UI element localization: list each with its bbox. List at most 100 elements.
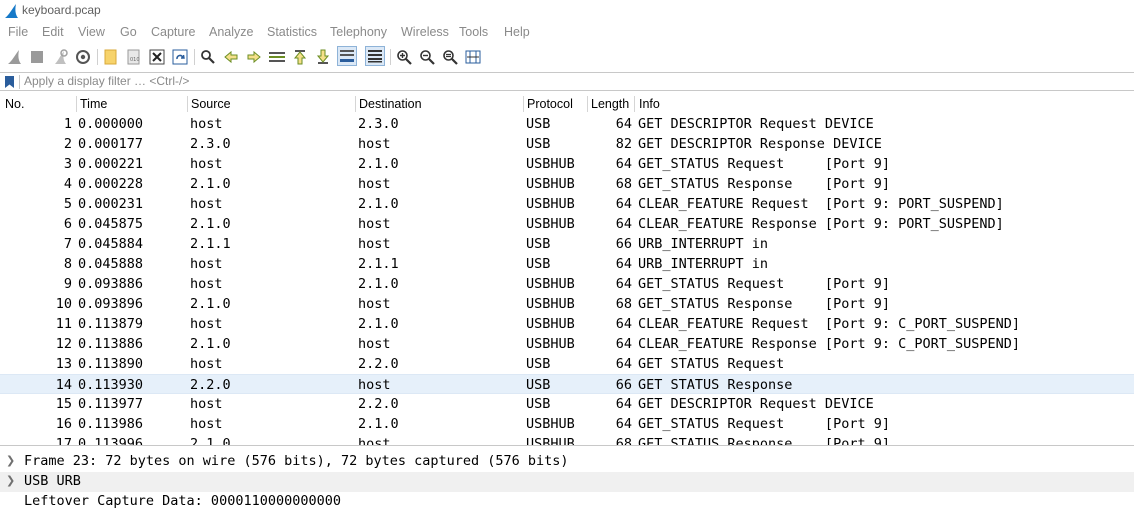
packet-info: CLEAR_FEATURE Response [Port 9: C_PORT_S… (638, 336, 1021, 352)
packet-length: 64 (615, 256, 632, 272)
menu-statistics[interactable]: Statistics (267, 25, 317, 39)
packet-length: 64 (615, 356, 632, 372)
packet-source: host (190, 156, 223, 172)
packet-destination: 2.1.0 (358, 156, 399, 172)
packet-no: 1 (63, 116, 72, 132)
menu-tools[interactable]: Tools (459, 25, 488, 39)
packet-row[interactable]: 17 0.113996 2.1.0 host USBHUB 68 GET_STATUS Re… (0, 434, 1134, 446)
packet-time: 0.000228 (78, 176, 144, 192)
packet-time: 0.093896 (78, 296, 144, 312)
packet-source: 2.1.0 (190, 296, 231, 312)
detail-row[interactable]: ❯ USB URB (0, 472, 1134, 492)
expand-chevron-icon[interactable]: ❯ (6, 454, 15, 467)
packet-row[interactable]: 10 0.093896 2.1.0 host USBHUB 68 GET_STATUS Re… (0, 294, 1134, 314)
colorize-list-icon[interactable] (365, 46, 385, 66)
packet-row[interactable]: 2 0.000177 2.3.0 host USB 82 GET DESCRIPTOR Re… (0, 134, 1134, 154)
packet-protocol: USBHUB (526, 196, 575, 212)
packet-time: 0.000221 (78, 156, 144, 172)
zoom-in-icon[interactable] (395, 48, 413, 66)
column-header-no[interactable]: No. (5, 97, 24, 111)
save-file-icon[interactable]: 010 (125, 48, 143, 66)
menu-analyze[interactable]: Analyze (209, 25, 253, 39)
column-header-length[interactable]: Length (591, 97, 629, 111)
packet-row[interactable]: 4 0.000228 2.1.0 host USBHUB 68 GET_STATUS Res… (0, 174, 1134, 194)
window-title: keyboard.pcap (22, 3, 101, 17)
packet-row[interactable]: 3 0.000221 host 2.1.0 USBHUB 64 GET_STATUS Req… (0, 154, 1134, 174)
menu-view[interactable]: View (78, 25, 105, 39)
zoom-out-icon[interactable] (418, 48, 436, 66)
packet-info: GET DESCRIPTOR Response DEVICE (638, 136, 882, 152)
packet-row[interactable]: 14 0.113930 2.2.0 host USB 66 GET STATUS Respo… (0, 374, 1134, 394)
packet-time: 0.000177 (78, 136, 144, 152)
packet-no: 11 (55, 316, 72, 332)
packet-protocol: USB (526, 356, 551, 372)
normal-size-icon[interactable] (441, 48, 459, 66)
column-header-info[interactable]: Info (639, 97, 660, 111)
expand-chevron-icon[interactable]: ❯ (6, 474, 15, 487)
packet-row[interactable]: 15 0.113977 host 2.2.0 USB 64 GET DESCRIPTOR R… (0, 394, 1134, 414)
menu-go[interactable]: Go (120, 25, 137, 39)
close-file-icon[interactable] (148, 48, 166, 66)
go-back-arrow-icon[interactable] (222, 48, 240, 66)
packet-source: host (190, 276, 223, 292)
resize-columns-icon[interactable] (464, 48, 482, 66)
packet-no: 16 (55, 416, 72, 432)
open-file-icon[interactable] (102, 48, 120, 66)
go-forward-arrow-icon[interactable] (245, 48, 263, 66)
packet-row[interactable]: 12 0.113886 2.1.0 host USBHUB 64 CLEAR_FEATURE… (0, 334, 1134, 354)
packet-row[interactable]: 13 0.113890 host 2.2.0 USB 64 GET STATUS Reque… (0, 354, 1134, 374)
restart-capture-icon[interactable] (51, 48, 69, 66)
packet-time: 0.000000 (78, 116, 144, 132)
menu-file[interactable]: File (8, 25, 28, 39)
menu-capture[interactable]: Capture (151, 25, 195, 39)
detail-row[interactable]: Leftover Capture Data: 0000110000000000 (0, 492, 1134, 512)
packet-protocol: USBHUB (526, 316, 575, 332)
start-capture-fin-icon[interactable] (5, 48, 23, 66)
packet-row[interactable]: 11 0.113879 host 2.1.0 USBHUB 64 CLEAR_FEATURE… (0, 314, 1134, 334)
packet-destination: 2.3.0 (358, 116, 399, 132)
packet-destination: 2.1.0 (358, 276, 399, 292)
packet-destination: host (358, 377, 391, 393)
find-packet-search-icon[interactable] (199, 48, 217, 66)
capture-options-gear-icon[interactable] (74, 48, 92, 66)
packet-info: GET_STATUS Response [Port 9] (638, 176, 890, 192)
packet-row[interactable]: 1 0.000000 host 2.3.0 USB 64 GET DESCRIPTOR Re… (0, 114, 1134, 134)
packet-row[interactable]: 9 0.093886 host 2.1.0 USBHUB 64 GET_STATUS Req… (0, 274, 1134, 294)
column-header-protocol[interactable]: Protocol (527, 97, 573, 111)
menu-edit[interactable]: Edit (42, 25, 64, 39)
menu-telephony[interactable]: Telephony (330, 25, 387, 39)
column-header-time[interactable]: Time (80, 97, 107, 111)
packet-row[interactable]: 7 0.045884 2.1.1 host USB 66 URB_INTERRUPT in (0, 234, 1134, 254)
packet-info: GET DESCRIPTOR Request DEVICE (638, 396, 874, 412)
svg-text:010: 010 (130, 57, 140, 63)
packet-length: 64 (615, 276, 632, 292)
detail-row[interactable]: ❯ Frame 23: 72 bytes on wire (576 bits), … (0, 452, 1134, 472)
packet-protocol: USBHUB (526, 216, 575, 232)
packet-row[interactable]: 16 0.113986 host 2.1.0 USBHUB 64 GET_STATUS Re… (0, 414, 1134, 434)
go-last-packet-icon[interactable] (314, 48, 332, 66)
packet-source: 2.1.1 (190, 236, 231, 252)
packet-protocol: USBHUB (526, 176, 575, 192)
packet-no: 4 (63, 176, 72, 192)
display-filter-input[interactable]: Apply a display filter … <Ctrl-/> (24, 74, 189, 88)
stop-capture-icon[interactable] (28, 48, 46, 66)
filter-bookmark-icon[interactable] (4, 75, 15, 89)
packet-row[interactable]: 8 0.045888 host 2.1.1 USB 64 URB_INTERRUPT in (0, 254, 1134, 274)
packet-length: 68 (615, 436, 632, 446)
packet-source: host (190, 196, 223, 212)
packet-row[interactable]: 5 0.000231 host 2.1.0 USBHUB 64 CLEAR_FEATURE … (0, 194, 1134, 214)
packet-length: 64 (615, 156, 632, 172)
column-header-source[interactable]: Source (191, 97, 231, 111)
reload-file-icon[interactable] (171, 48, 189, 66)
packet-length: 64 (615, 116, 632, 132)
column-header-destination[interactable]: Destination (359, 97, 422, 111)
packet-length: 64 (615, 336, 632, 352)
menu-help[interactable]: Help (504, 25, 530, 39)
packet-row[interactable]: 6 0.045875 2.1.0 host USBHUB 64 CLEAR_FEATURE … (0, 214, 1134, 234)
packet-no: 15 (55, 396, 72, 412)
go-to-packet-icon[interactable] (268, 48, 286, 66)
auto-scroll-icon[interactable] (337, 46, 357, 66)
go-first-packet-icon[interactable] (291, 48, 309, 66)
menu-wireless[interactable]: Wireless (401, 25, 449, 39)
packet-no: 12 (55, 336, 72, 352)
